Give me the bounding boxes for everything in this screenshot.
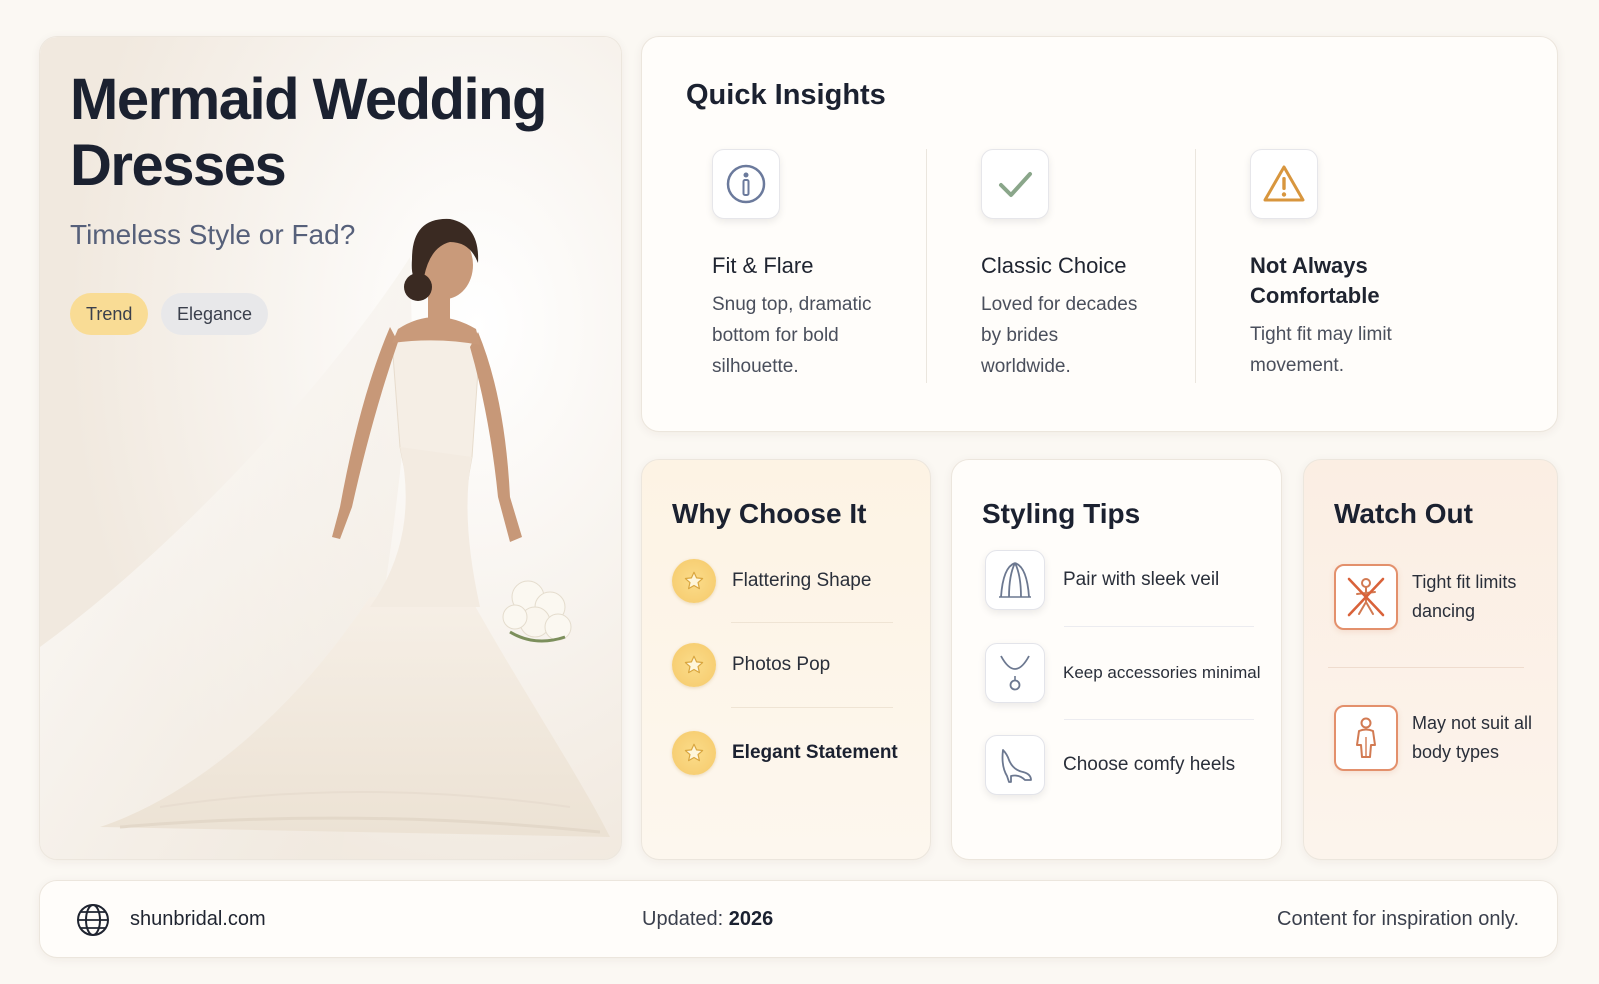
tip-item-veil: Pair with sleek veil xyxy=(985,550,1219,610)
insight-text: Snug top, dramatic bottom for bold silho… xyxy=(712,294,872,377)
check-icon xyxy=(981,149,1049,219)
insight-heading: Fit & Flare xyxy=(712,253,814,278)
divider xyxy=(1064,719,1254,720)
insight-classic-choice: Classic Choice Loved for decades by brid… xyxy=(981,149,1211,382)
why-item-flattering-shape: Flattering Shape xyxy=(672,556,871,606)
why-label: Photos Pop xyxy=(732,654,831,675)
why-choose-card: Why Choose It Flattering Shape Photos Po… xyxy=(641,459,931,860)
star-icon xyxy=(672,643,716,687)
footer: shunbridal.com Updated: 2026 Content for… xyxy=(39,880,1558,958)
info-icon xyxy=(712,149,780,219)
insight-not-comfortable: Not Always Comfortable Tight fit may lim… xyxy=(1250,149,1480,381)
styling-tips-card: Styling Tips Pair with sleek veil Keep a… xyxy=(951,459,1282,860)
insight-heading: Classic Choice xyxy=(981,253,1127,278)
globe-icon xyxy=(77,904,109,936)
quick-insights-card: Quick Insights Fit & Flare Snug top, dra… xyxy=(641,36,1558,432)
why-choose-title: Why Choose It xyxy=(672,498,867,529)
page-title: Mermaid Wedding Dresses xyxy=(70,67,547,198)
watch-out-card: Watch Out Tight fit limits dancing May n… xyxy=(1303,459,1558,860)
updated-year: 2026 xyxy=(728,908,774,930)
updated-label: Updated: xyxy=(642,908,724,930)
why-item-photos-pop: Photos Pop xyxy=(672,640,830,690)
body-type-icon xyxy=(1334,705,1398,771)
tip-label: Choose comfy heels xyxy=(1063,754,1236,775)
watch-item-dancing: Tight fit limits dancing xyxy=(1334,564,1542,630)
watch-label: May not suit all body types xyxy=(1412,713,1533,762)
why-label: Flattering Shape xyxy=(732,570,872,591)
tip-label: Pair with sleek veil xyxy=(1063,569,1220,590)
site-link[interactable]: shunbridal.com xyxy=(130,908,266,931)
styling-tips-title: Styling Tips xyxy=(982,498,1141,529)
star-icon xyxy=(672,731,716,775)
disclaimer: Content for inspiration only. xyxy=(1277,908,1519,930)
quick-insights-title: Quick Insights xyxy=(686,79,886,111)
page-subtitle: Timeless Style or Fad? xyxy=(70,219,356,250)
divider xyxy=(1195,149,1196,383)
insight-text: Tight fit may limit movement. xyxy=(1250,324,1392,376)
divider xyxy=(926,149,927,383)
divider xyxy=(731,707,893,708)
updated-info: Updated: 2026 xyxy=(642,908,773,931)
tag-trend[interactable]: Trend xyxy=(70,293,149,335)
watch-out-title: Watch Out xyxy=(1334,498,1473,529)
why-label: Elegant Statement xyxy=(732,742,898,763)
tip-label: Keep accessories minimal xyxy=(1063,663,1261,682)
star-icon xyxy=(672,559,716,603)
tip-item-accessories: Keep accessories minimal xyxy=(985,643,1260,703)
insight-fit-flare: Fit & Flare Snug top, dramatic bottom fo… xyxy=(712,149,942,382)
hero-card: Mermaid Wedding Dresses Timeless Style o… xyxy=(39,36,622,860)
tip-item-heels: Choose comfy heels xyxy=(985,735,1235,795)
warning-icon xyxy=(1250,149,1318,219)
why-item-elegant-statement: Elegant Statement xyxy=(672,728,898,778)
insight-text: Loved for decades by brides worldwide. xyxy=(981,294,1138,377)
no-dancing-icon xyxy=(1334,564,1398,630)
divider xyxy=(731,622,893,623)
watch-item-body-types: May not suit all body types xyxy=(1334,705,1542,771)
divider xyxy=(1064,626,1254,627)
veil-icon xyxy=(985,550,1045,610)
necklace-icon xyxy=(985,643,1045,703)
divider xyxy=(1328,667,1524,668)
watch-label: Tight fit limits dancing xyxy=(1412,572,1517,621)
tag-elegance[interactable]: Elegance xyxy=(161,293,269,335)
insight-heading: Not Always Comfortable xyxy=(1250,253,1380,308)
heel-icon xyxy=(985,735,1045,795)
